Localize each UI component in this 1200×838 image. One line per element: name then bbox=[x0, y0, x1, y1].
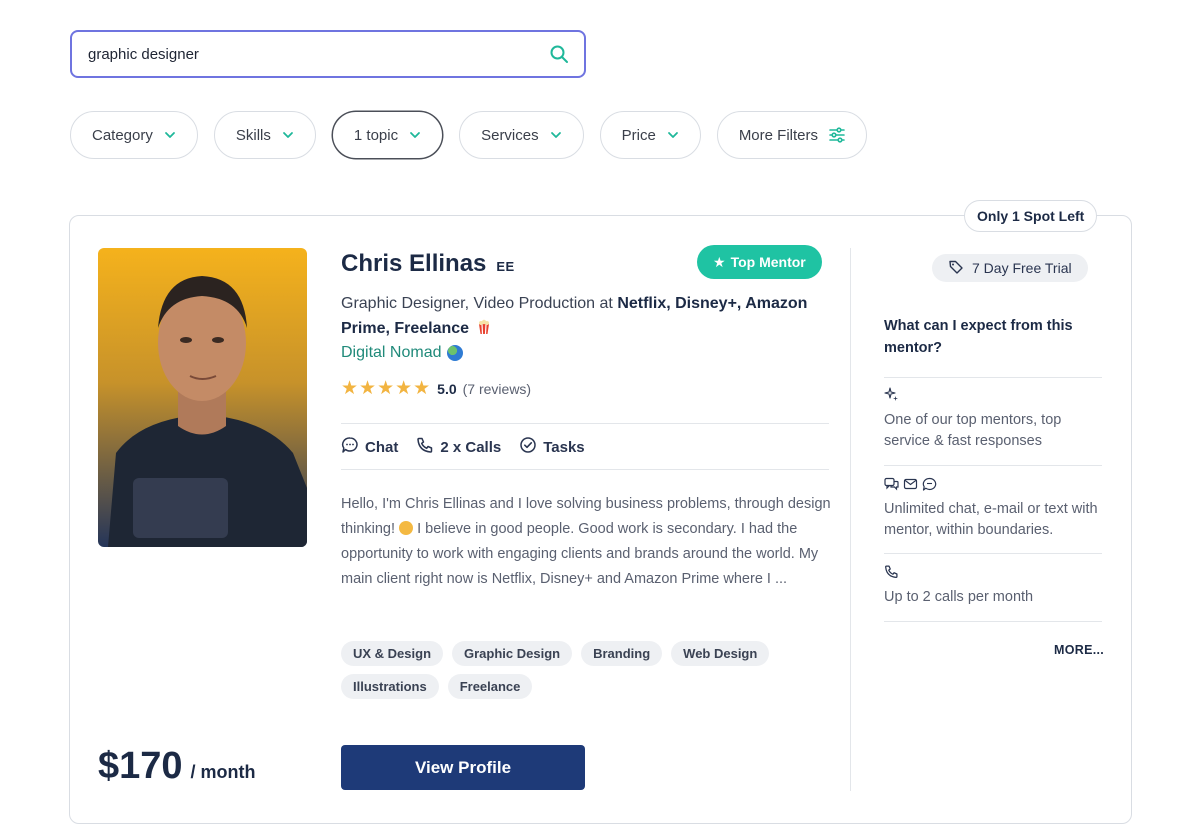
trial-label: 7 Day Free Trial bbox=[972, 260, 1072, 276]
service-chat: Chat bbox=[341, 436, 398, 458]
location-label: Digital Nomad bbox=[341, 344, 442, 361]
tag-icon bbox=[948, 259, 964, 278]
filter-label: Price bbox=[621, 126, 656, 144]
search-icon[interactable] bbox=[548, 43, 570, 65]
price-amount: $170 bbox=[98, 745, 183, 787]
filter-label: Skills bbox=[235, 126, 271, 144]
rating-stars-icon: ★★★★★ bbox=[341, 378, 432, 399]
filter-label: Services bbox=[481, 126, 539, 144]
spot-left-badge: Only 1 Spot Left bbox=[964, 200, 1098, 232]
service-label: Tasks bbox=[543, 438, 585, 456]
phone-icon bbox=[884, 564, 899, 586]
message-icon bbox=[922, 477, 937, 498]
mentor-photo[interactable] bbox=[98, 248, 307, 547]
popcorn-icon bbox=[478, 318, 490, 335]
top-mentor-badge: ★ Top Mentor bbox=[697, 245, 822, 279]
filter-services[interactable]: Services bbox=[459, 111, 584, 159]
filter-category[interactable]: Category bbox=[70, 111, 198, 159]
skill-tag[interactable]: Freelance bbox=[447, 674, 533, 699]
view-profile-button[interactable]: View Profile bbox=[341, 745, 585, 790]
filter-topic[interactable]: 1 topic bbox=[331, 111, 444, 159]
price-unit: / month bbox=[190, 762, 256, 782]
mentor-name[interactable]: Chris Ellinas bbox=[341, 250, 486, 278]
phone-icon bbox=[416, 436, 434, 458]
filter-skills[interactable]: Skills bbox=[213, 111, 316, 159]
vertical-divider bbox=[850, 248, 851, 791]
divider bbox=[884, 553, 1102, 554]
feature-calls: Up to 2 calls per month bbox=[884, 564, 1102, 608]
chat-icon bbox=[341, 436, 359, 458]
chevron-down-icon bbox=[163, 128, 177, 142]
role-title: Graphic Designer, Video Production at bbox=[341, 295, 618, 312]
feature-unlimited-chat: Unlimited chat, e-mail or text with ment… bbox=[884, 477, 1102, 541]
filter-label: 1 topic bbox=[353, 126, 399, 144]
service-calls: 2 x Calls bbox=[416, 436, 501, 458]
country-code: EE bbox=[496, 259, 515, 274]
skill-tag[interactable]: Web Design bbox=[671, 641, 770, 666]
skill-tag[interactable]: UX & Design bbox=[341, 641, 444, 666]
divider bbox=[341, 469, 829, 470]
filter-label: More Filters bbox=[738, 126, 818, 144]
price: $170 / month bbox=[98, 745, 256, 788]
feature-top-mentor: One of our top mentors, top service & fa… bbox=[884, 387, 1102, 452]
services-list: Chat 2 x Calls Tasks bbox=[341, 436, 585, 458]
service-label: 2 x Calls bbox=[440, 438, 502, 456]
feature-text: Up to 2 calls per month bbox=[884, 589, 1034, 605]
divider bbox=[341, 423, 829, 424]
chevron-down-icon bbox=[666, 128, 680, 142]
mail-icon bbox=[903, 477, 918, 498]
divider bbox=[884, 465, 1102, 466]
free-trial-badge: 7 Day Free Trial bbox=[932, 254, 1088, 282]
bio-text: I believe in good people. Good work is s… bbox=[341, 521, 819, 587]
sparkle-icon bbox=[884, 387, 899, 409]
review-count[interactable]: (7 reviews) bbox=[463, 381, 531, 397]
filter-label: Category bbox=[92, 126, 153, 144]
skill-tags: UX & Design Graphic Design Branding Web … bbox=[341, 641, 811, 699]
divider bbox=[884, 377, 1102, 378]
chat-bubbles-icon bbox=[884, 477, 899, 498]
star-icon: ★ bbox=[713, 253, 726, 270]
chevron-down-icon bbox=[408, 128, 422, 142]
more-link[interactable]: MORE... bbox=[1054, 643, 1104, 657]
divider bbox=[884, 621, 1102, 622]
filter-more[interactable]: More Filters bbox=[716, 111, 867, 159]
service-label: Chat bbox=[365, 438, 399, 456]
mentor-role: Graphic Designer, Video Production at Ne… bbox=[341, 291, 821, 341]
top-mentor-label: Top Mentor bbox=[730, 254, 806, 270]
mentor-bio: Hello, I'm Chris Ellinas and I love solv… bbox=[341, 492, 831, 592]
sliders-icon bbox=[828, 127, 846, 143]
search-bar bbox=[70, 30, 586, 78]
chevron-down-icon bbox=[549, 128, 563, 142]
smile-emoji-icon bbox=[399, 521, 414, 535]
search-input[interactable] bbox=[88, 45, 548, 63]
chevron-down-icon bbox=[281, 128, 295, 142]
mentor-location: Digital Nomad bbox=[341, 344, 464, 362]
feature-text: One of our top mentors, top service & fa… bbox=[884, 412, 1062, 449]
rating: ★★★★★ 5.0 (7 reviews) bbox=[341, 377, 531, 400]
feature-text: Unlimited chat, e-mail or text with ment… bbox=[884, 501, 1098, 538]
rating-score: 5.0 bbox=[437, 380, 457, 397]
skill-tag[interactable]: Illustrations bbox=[341, 674, 439, 699]
mentor-name-row: Chris Ellinas EE bbox=[341, 250, 515, 278]
filter-bar: Category Skills 1 topic Services Price M… bbox=[70, 111, 867, 159]
check-circle-icon bbox=[519, 436, 537, 458]
skill-tag[interactable]: Graphic Design bbox=[452, 641, 573, 666]
expect-heading: What can I expect from this mentor? bbox=[884, 318, 1073, 356]
service-tasks: Tasks bbox=[519, 436, 585, 458]
skill-tag[interactable]: Branding bbox=[581, 641, 663, 666]
filter-price[interactable]: Price bbox=[599, 111, 701, 159]
globe-icon bbox=[447, 345, 464, 361]
